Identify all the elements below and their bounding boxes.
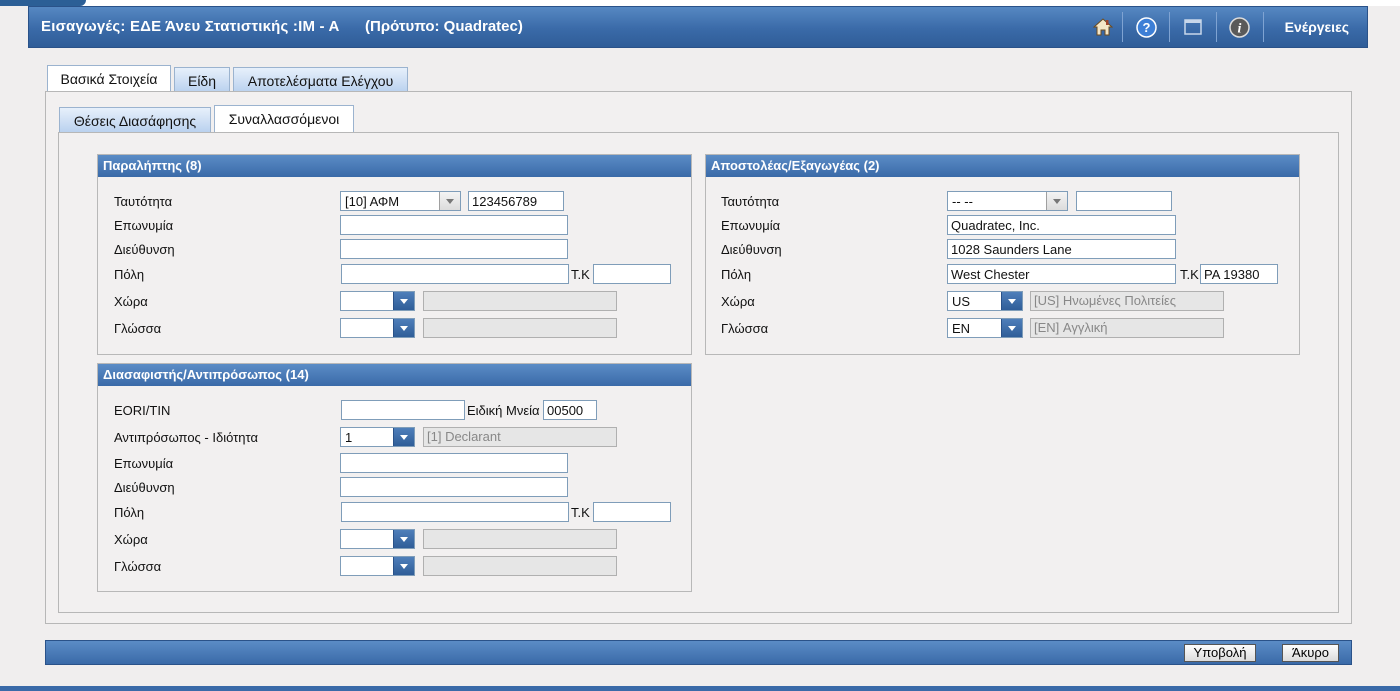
consignor-language-desc: [EN] Αγγλική bbox=[1030, 318, 1224, 338]
consignor-name-label: Επωνυμία bbox=[721, 218, 781, 233]
consignee-id-label: Ταυτότητα bbox=[114, 194, 173, 209]
consignee-city-label: Πόλη bbox=[114, 267, 145, 282]
consignee-id-type-select[interactable]: [10] ΑΦΜ bbox=[340, 191, 461, 211]
declarant-language-label: Γλώσσα bbox=[114, 559, 162, 574]
chevron-down-icon bbox=[393, 557, 414, 575]
home-icon[interactable] bbox=[1092, 16, 1114, 38]
submit-button[interactable]: Υποβολή bbox=[1184, 644, 1256, 662]
template-name: (Πρότυπο: Quadratec) bbox=[365, 18, 523, 35]
declarant-country-desc bbox=[423, 529, 617, 549]
declarant-city-field[interactable] bbox=[341, 502, 569, 522]
toolbar-separator bbox=[1122, 12, 1123, 42]
consignee-address-field[interactable] bbox=[340, 239, 568, 259]
consignor-heading: Αποστολέας/Εξαγωγέας (2) bbox=[706, 155, 1299, 177]
consignor-id-label: Ταυτότητα bbox=[721, 194, 780, 209]
consignee-name-field[interactable] bbox=[340, 215, 568, 235]
consignor-language-label: Γλώσσα bbox=[721, 321, 769, 336]
consignor-language-select[interactable]: EN bbox=[947, 318, 1023, 338]
help-icon[interactable]: ? bbox=[1135, 16, 1157, 38]
actions-menu[interactable]: Ενέργειες bbox=[1285, 19, 1349, 35]
tab-declaration-positions[interactable]: Θέσεις Διασάφησης bbox=[59, 107, 211, 133]
svg-text:i: i bbox=[1237, 21, 1241, 36]
tab-parties[interactable]: Συναλλασσόμενοι bbox=[214, 105, 354, 133]
declarant-postcode-field[interactable] bbox=[593, 502, 671, 522]
chevron-down-icon bbox=[1001, 292, 1022, 310]
consignor-city-field[interactable] bbox=[947, 264, 1176, 284]
footer-line bbox=[0, 686, 1400, 691]
declarant-rep-desc: [1] Declarant bbox=[423, 427, 617, 447]
consignee-language-label: Γλώσσα bbox=[114, 321, 162, 336]
consignee-city-field[interactable] bbox=[341, 264, 569, 284]
consignee-heading: Παραλήπτης (8) bbox=[98, 155, 691, 177]
consignor-id-type-select[interactable]: -- -- bbox=[947, 191, 1068, 211]
consignor-address-label: Διεύθυνση bbox=[721, 242, 782, 257]
action-bar: Υποβολή Άκυρο bbox=[45, 640, 1352, 665]
consignor-country-value: US bbox=[952, 294, 971, 309]
declarant-heading: Διασαφιστής/Αντιπρόσωπος (14) bbox=[98, 364, 691, 386]
declarant-eori-label: EORI/TIN bbox=[114, 403, 171, 418]
chevron-down-icon bbox=[393, 530, 414, 548]
declarant-postcode-label: Τ.Κ bbox=[571, 505, 590, 520]
consignor-country-label: Χώρα bbox=[721, 294, 755, 309]
consignee-language-select[interactable] bbox=[340, 318, 415, 338]
consignee-language-desc bbox=[423, 318, 617, 338]
tab-check-results[interactable]: Αποτελέσματα Ελέγχου bbox=[233, 67, 408, 93]
chevron-down-icon bbox=[393, 428, 414, 446]
chevron-down-icon bbox=[439, 192, 460, 210]
declarant-eori-field[interactable] bbox=[341, 400, 465, 420]
declarant-rep-select[interactable]: 1 bbox=[340, 427, 415, 447]
consignee-country-select[interactable] bbox=[340, 291, 415, 311]
declarant-address-label: Διεύθυνση bbox=[114, 480, 175, 495]
toolbar-separator bbox=[1169, 12, 1170, 42]
tab-items[interactable]: Είδη bbox=[174, 67, 230, 93]
toolbar-separator bbox=[1263, 12, 1264, 42]
info-icon[interactable]: i bbox=[1228, 16, 1250, 38]
consignor-id-type-value: -- -- bbox=[952, 194, 973, 209]
consignor-country-desc: [US] Ηνωμένες Πολιτείες bbox=[1030, 291, 1224, 311]
declarant-special-label: Ειδική Μνεία bbox=[467, 403, 540, 418]
consignor-id-field[interactable] bbox=[1076, 191, 1172, 211]
declarant-language-desc bbox=[423, 556, 617, 576]
consignee-id-field[interactable] bbox=[468, 191, 564, 211]
chevron-down-icon bbox=[1001, 319, 1022, 337]
tab-basic-info[interactable]: Βασικά Στοιχεία bbox=[47, 65, 171, 93]
declarant-rep-value: 1 bbox=[345, 430, 353, 445]
consignee-postcode-field[interactable] bbox=[593, 264, 671, 284]
declarant-city-label: Πόλη bbox=[114, 505, 145, 520]
chevron-down-icon bbox=[1046, 192, 1067, 210]
consignee-country-desc bbox=[423, 291, 617, 311]
declarant-name-label: Επωνυμία bbox=[114, 456, 174, 471]
consignee-address-label: Διεύθυνση bbox=[114, 242, 175, 257]
window-icon[interactable] bbox=[1182, 16, 1204, 38]
consignee-name-label: Επωνυμία bbox=[114, 218, 174, 233]
declarant-language-select[interactable] bbox=[340, 556, 415, 576]
declarant-country-select[interactable] bbox=[340, 529, 415, 549]
consignor-language-value: EN bbox=[952, 321, 971, 336]
page-title: Εισαγωγές: ΕΔΕ Άνευ Στατιστικής :IM - A bbox=[41, 18, 340, 35]
declarant-rep-label: Αντιπρόσωπος - Ιδιότητα bbox=[114, 430, 258, 445]
chevron-down-icon bbox=[393, 319, 414, 337]
consignee-id-type-value: [10] ΑΦΜ bbox=[345, 194, 400, 209]
consignee-postcode-label: Τ.Κ bbox=[571, 267, 590, 282]
consignor-postcode-label: Τ.Κ bbox=[1180, 267, 1199, 282]
consignor-country-select[interactable]: US bbox=[947, 291, 1023, 311]
svg-text:?: ? bbox=[1142, 20, 1150, 35]
consignor-address-field[interactable] bbox=[947, 239, 1176, 259]
declarant-address-field[interactable] bbox=[340, 477, 568, 497]
chevron-down-icon bbox=[393, 292, 414, 310]
cancel-button[interactable]: Άκυρο bbox=[1282, 644, 1339, 662]
consignor-city-label: Πόλη bbox=[721, 267, 752, 282]
declarant-country-label: Χώρα bbox=[114, 532, 148, 547]
declarant-name-field[interactable] bbox=[340, 453, 568, 473]
title-bar: Εισαγωγές: ΕΔΕ Άνευ Στατιστικής :IM - A … bbox=[28, 6, 1368, 48]
declarant-special-field[interactable] bbox=[543, 400, 597, 420]
consignor-name-field[interactable] bbox=[947, 215, 1176, 235]
toolbar-separator bbox=[1216, 12, 1217, 42]
consignee-country-label: Χώρα bbox=[114, 294, 148, 309]
consignor-postcode-field[interactable] bbox=[1200, 264, 1278, 284]
